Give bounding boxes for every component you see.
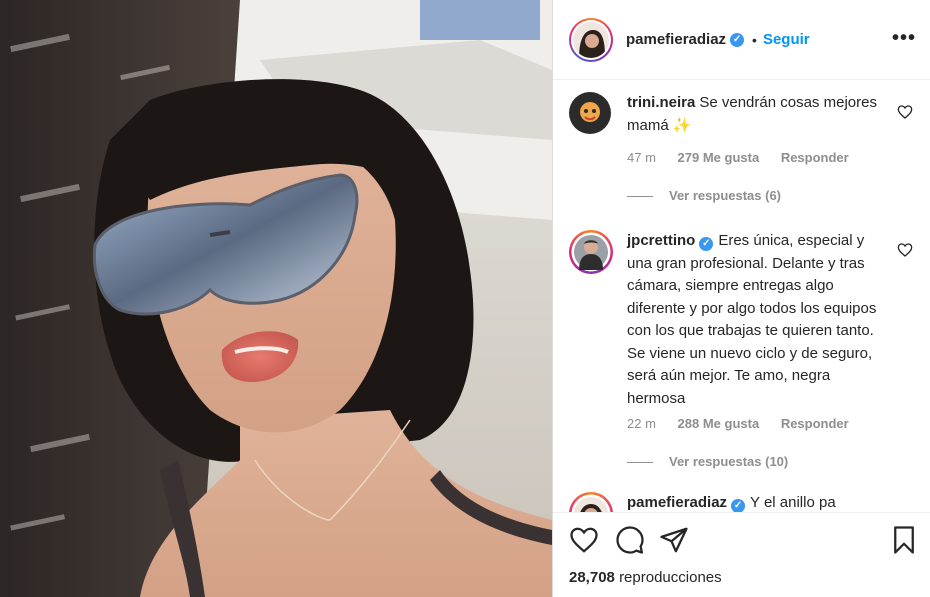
replies-line xyxy=(627,196,653,198)
avatar-frame xyxy=(571,19,611,60)
comment-likes[interactable]: 279 Me gusta xyxy=(678,150,760,165)
comment-item: pamefieradiaz ✓ Y el anillo pa xyxy=(569,492,915,512)
comments-list[interactable]: trini.neira Se vendrán cosas mejores mamá… xyxy=(553,80,930,512)
post-header: pamefieradiaz ✓ • Seguir ••• xyxy=(553,0,930,80)
comment-meta: 47 m 279 Me gusta Responder xyxy=(627,150,867,165)
view-replies-button[interactable]: Ver respuestas (6) xyxy=(627,188,781,203)
author-username[interactable]: pamefieradiaz xyxy=(626,31,726,48)
comment-time: 47 m xyxy=(627,150,656,165)
comment-username[interactable]: pamefieradiaz xyxy=(627,494,727,511)
comment-meta: 22 m 288 Me gusta Responder xyxy=(627,416,867,431)
comment-username[interactable]: jpcrettino xyxy=(627,232,695,249)
view-replies-label: Ver respuestas (6) xyxy=(669,188,782,203)
comment-text-block: jpcrettino ✓ Eres única, especial y una gr… xyxy=(627,230,887,410)
post-video[interactable] xyxy=(0,0,552,597)
comment-text: Eres única, especial y una gran profesio… xyxy=(627,232,877,407)
commenter-avatar[interactable] xyxy=(569,492,613,512)
view-replies-label: Ver respuestas (10) xyxy=(669,454,789,469)
comment-icon[interactable] xyxy=(615,525,645,555)
post-sidebar: pamefieradiaz ✓ • Seguir ••• trini.neira… xyxy=(552,0,930,597)
comment-text: Y el anillo pa xyxy=(750,494,836,511)
comment-like-icon[interactable] xyxy=(897,104,913,120)
video-frame xyxy=(0,0,552,597)
reply-button[interactable]: Responder xyxy=(781,150,849,165)
comment-item: jpcrettino ✓ Eres única, especial y una gr… xyxy=(569,230,915,475)
comment-time: 22 m xyxy=(627,416,656,431)
comment-item: trini.neira Se vendrán cosas mejores mamá… xyxy=(569,92,915,212)
view-replies-button[interactable]: Ver respuestas (10) xyxy=(627,454,788,469)
reply-button[interactable]: Responder xyxy=(781,416,849,431)
comment-like-icon[interactable] xyxy=(897,242,913,258)
views-count[interactable]: 28,708 reproducciones xyxy=(569,569,722,586)
commenter-avatar[interactable] xyxy=(569,230,613,274)
separator-dot: • xyxy=(752,31,757,48)
share-icon[interactable] xyxy=(659,525,689,555)
views-label: reproducciones xyxy=(619,569,722,586)
avatar-image xyxy=(573,21,609,58)
comment-username[interactable]: trini.neira xyxy=(627,94,695,111)
comment-likes[interactable]: 288 Me gusta xyxy=(678,416,760,431)
views-number: 28,708 xyxy=(569,569,615,586)
commenter-avatar[interactable] xyxy=(569,92,611,134)
replies-line xyxy=(627,462,653,464)
verified-badge-icon: ✓ xyxy=(730,32,745,47)
bookmark-icon[interactable] xyxy=(889,525,919,555)
comment-text-block: pamefieradiaz ✓ Y el anillo pa xyxy=(627,492,877,512)
verified-badge-icon: ✓ xyxy=(699,237,714,251)
more-options-icon[interactable]: ••• xyxy=(892,28,916,48)
heart-icon[interactable] xyxy=(569,525,599,555)
author-avatar[interactable] xyxy=(569,17,613,62)
follow-button[interactable]: Seguir xyxy=(763,31,810,48)
instagram-post-modal: pamefieradiaz ✓ • Seguir ••• trini.neira… xyxy=(0,0,930,597)
post-actions: 28,708 reproducciones xyxy=(553,512,930,597)
comment-text-block: trini.neira Se vendrán cosas mejores mamá… xyxy=(627,92,877,137)
verified-badge-icon: ✓ xyxy=(731,499,746,512)
